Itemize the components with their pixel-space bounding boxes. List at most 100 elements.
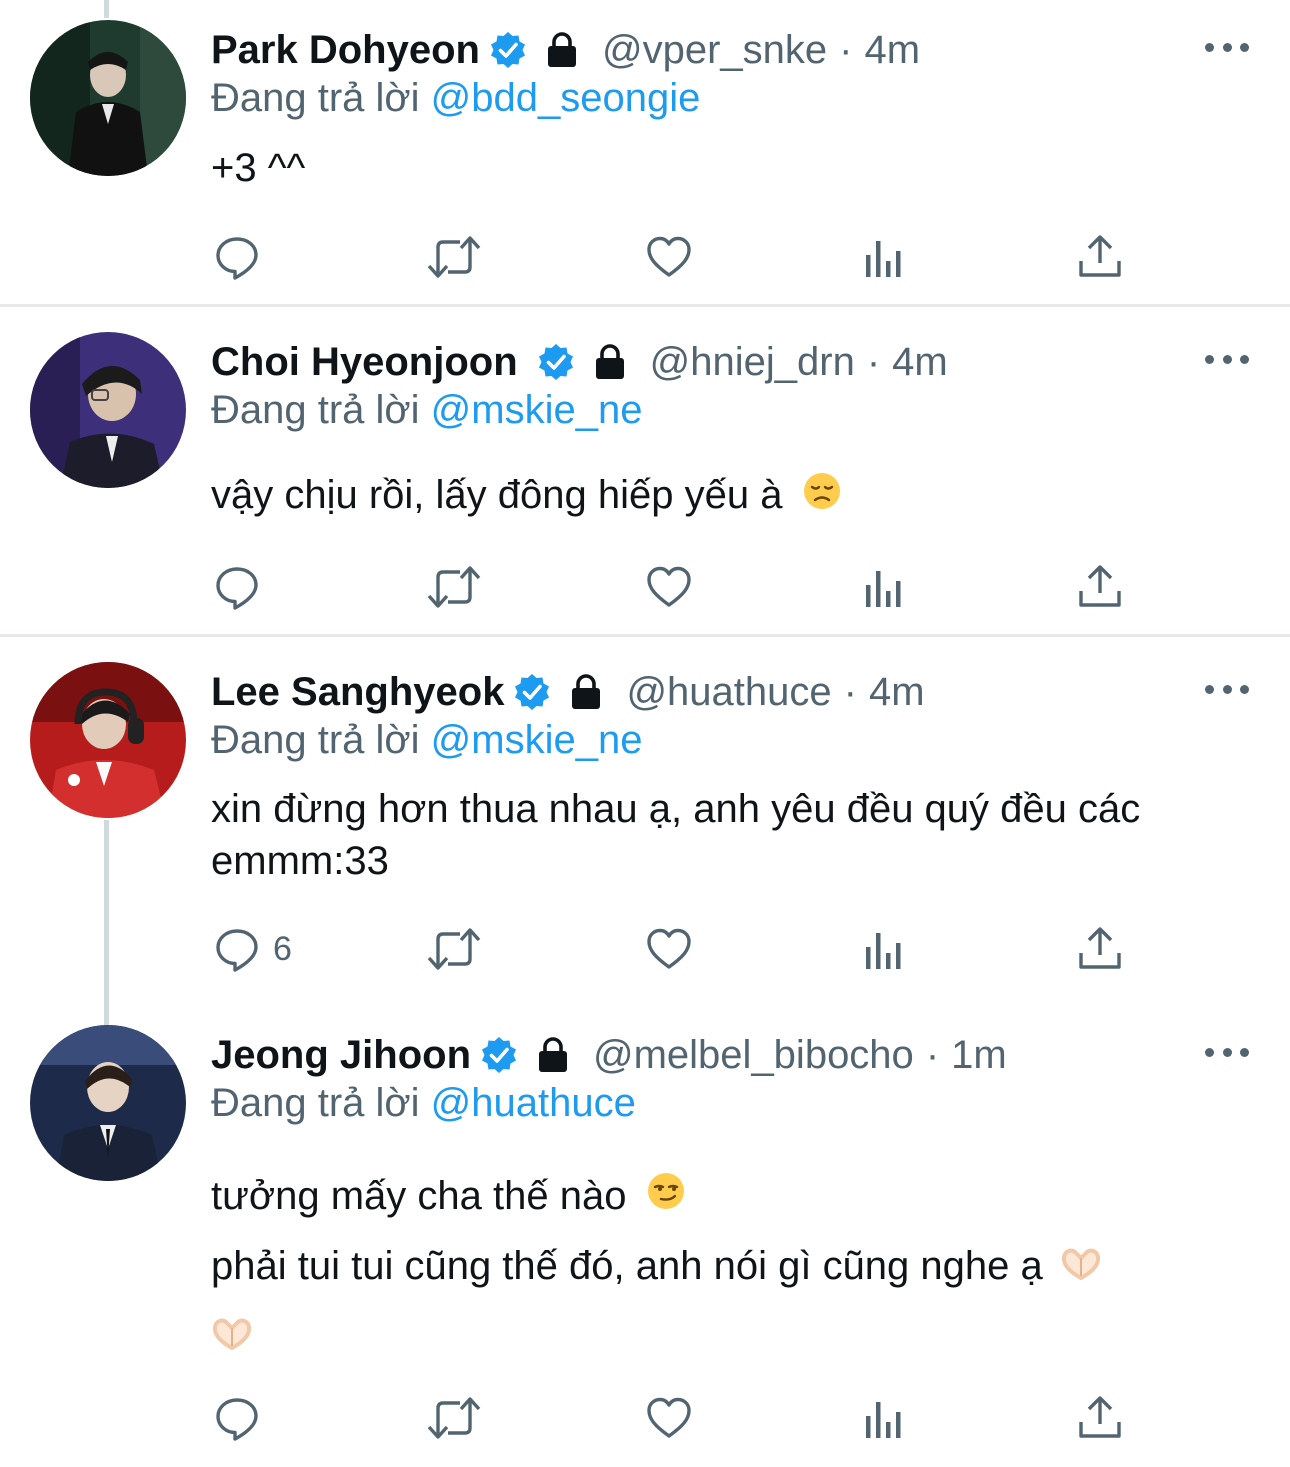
display-name[interactable]: Lee Sanghyeok xyxy=(211,670,504,715)
tweet-header: Jeong Jihoon @melbel_bibocho · 1m xyxy=(211,1025,1007,1085)
retweet-icon xyxy=(427,928,481,970)
tweet-text: vậy chịu rồi, lấy đông hiếp yếu à xyxy=(211,469,842,524)
more-icon[interactable] xyxy=(1205,679,1249,699)
reply-prefix: Đang trả lời xyxy=(211,718,420,762)
retweet-button[interactable] xyxy=(426,919,482,979)
lock-icon xyxy=(533,1035,573,1075)
avatar[interactable] xyxy=(30,20,186,176)
avatar[interactable] xyxy=(30,662,186,818)
more-icon[interactable] xyxy=(1205,1042,1249,1062)
avatar[interactable] xyxy=(30,332,186,488)
views-button[interactable] xyxy=(862,1388,908,1448)
separator-dot: · xyxy=(843,669,857,714)
user-handle[interactable]: @melbel_bibocho xyxy=(593,1033,914,1078)
retweet-button[interactable] xyxy=(426,227,482,287)
share-icon xyxy=(1079,927,1121,969)
tweet-text-line: xin đừng hơn thua nhau ạ, anh yêu đều qu… xyxy=(211,787,1141,831)
like-button[interactable] xyxy=(645,1388,693,1448)
tweet-text-line: emmm:33 xyxy=(211,839,389,883)
share-icon xyxy=(1079,1396,1121,1438)
share-button[interactable] xyxy=(1077,919,1123,979)
disappointed-face-emoji xyxy=(802,471,842,524)
lock-icon xyxy=(566,672,606,712)
tweet-jeong-jihoon[interactable]: Jeong Jihoon @melbel_bibocho · 1m Đang t… xyxy=(0,1000,1290,1467)
display-name[interactable]: Choi Hyeonjoon xyxy=(211,340,518,385)
reply-prefix: Đang trả lời xyxy=(211,1081,420,1125)
retweet-button[interactable] xyxy=(426,1388,482,1448)
reply-mention[interactable]: @mskie_ne xyxy=(431,718,643,762)
replying-to: Đang trả lời @huathuce xyxy=(211,1081,636,1126)
timestamp[interactable]: 4m xyxy=(869,670,925,715)
share-button[interactable] xyxy=(1077,227,1123,287)
like-icon xyxy=(647,566,691,607)
like-button[interactable] xyxy=(645,227,693,287)
replying-to: Đang trả lời @bdd_seongie xyxy=(211,76,700,121)
tweet-text: xin đừng hơn thua nhau ạ, anh yêu đều qu… xyxy=(211,783,1140,887)
smirking-face-emoji xyxy=(646,1164,686,1232)
reply-button[interactable] xyxy=(213,1388,261,1448)
tweet-actions xyxy=(0,227,1290,287)
tweet-text-line-2: phải tui tui cũng thế đó, anh nói gì cũn… xyxy=(211,1232,1102,1302)
tweet-header: Lee Sanghyeok @huathuce · 4m xyxy=(211,662,925,722)
replying-to: Đang trả lời @mskie_ne xyxy=(211,718,642,763)
tweet-actions xyxy=(0,557,1290,617)
views-icon xyxy=(866,241,901,277)
timestamp[interactable]: 4m xyxy=(892,340,948,385)
tweet-park-dohyeon[interactable]: Park Dohyeon @vper_snke · 4m Đang trả lờ… xyxy=(0,0,1290,305)
reply-mention[interactable]: @bdd_seongie xyxy=(431,76,701,120)
separator-dot: · xyxy=(925,1032,940,1077)
reply-mention[interactable]: @huathuce xyxy=(431,1081,636,1125)
user-handle[interactable]: @huathuce xyxy=(626,670,831,715)
verified-badge-icon xyxy=(512,672,552,712)
tweet-choi-hyeonjoon[interactable]: Choi Hyeonjoon @hniej_drn · 4m Đang trả … xyxy=(0,307,1290,634)
reply-button[interactable] xyxy=(213,557,261,617)
views-icon xyxy=(866,933,901,969)
tweet-text: tưởng mấy cha thế nào phải tui tui cũng … xyxy=(211,1162,1102,1373)
more-icon[interactable] xyxy=(1205,37,1249,57)
like-icon xyxy=(647,1397,691,1438)
more-icon[interactable] xyxy=(1205,349,1249,369)
like-button[interactable] xyxy=(645,919,693,979)
reply-mention[interactable]: @mskie_ne xyxy=(431,388,643,432)
tweet-text-line-3 xyxy=(211,1303,1102,1373)
avatar[interactable] xyxy=(30,1025,186,1181)
reply-icon xyxy=(216,929,258,972)
tweet-text: +3 ^^ xyxy=(211,142,305,194)
retweet-icon xyxy=(427,566,481,608)
share-button[interactable] xyxy=(1077,557,1123,617)
share-icon xyxy=(1079,235,1121,277)
tweet-actions xyxy=(0,1388,1290,1448)
like-button[interactable] xyxy=(645,557,693,617)
tweet-lee-sanghyeok[interactable]: Lee Sanghyeok @huathuce · 4m Đang trả lờ… xyxy=(0,637,1290,1007)
timestamp[interactable]: 1m xyxy=(951,1033,1007,1078)
reply-prefix: Đang trả lời xyxy=(211,388,420,432)
tweet-text-line: +3 ^^ xyxy=(211,146,306,190)
display-name[interactable]: Park Dohyeon xyxy=(211,28,480,73)
reply-button[interactable]: 6 xyxy=(213,919,292,979)
heart-hands-emoji xyxy=(1060,1235,1102,1303)
like-icon xyxy=(647,236,691,277)
display-name[interactable]: Jeong Jihoon xyxy=(211,1033,471,1078)
timestamp[interactable]: 4m xyxy=(864,28,920,73)
views-icon xyxy=(866,571,901,607)
views-button[interactable] xyxy=(862,919,908,979)
heart-hands-emoji xyxy=(211,1305,253,1373)
reply-button[interactable] xyxy=(213,227,261,287)
views-button[interactable] xyxy=(862,227,908,287)
lock-icon xyxy=(542,30,582,70)
retweet-button[interactable] xyxy=(426,557,482,617)
share-button[interactable] xyxy=(1077,1388,1123,1448)
replying-to: Đang trả lời @mskie_ne xyxy=(211,388,642,433)
views-button[interactable] xyxy=(862,557,908,617)
reply-count: 6 xyxy=(273,929,292,968)
tweet-header: Choi Hyeonjoon @hniej_drn · 4m xyxy=(211,332,948,392)
reply-icon xyxy=(216,237,258,280)
retweet-icon xyxy=(427,236,481,278)
tweet-text-line-1: tưởng mấy cha thế nào xyxy=(211,1162,1102,1232)
user-handle[interactable]: @vper_snke xyxy=(602,28,827,73)
tweet-text-line: phải tui tui cũng thế đó, anh nói gì cũn… xyxy=(211,1244,1043,1289)
reply-icon xyxy=(216,567,258,610)
verified-badge-icon xyxy=(536,342,576,382)
user-handle[interactable]: @hniej_drn xyxy=(650,340,855,385)
separator-dot: · xyxy=(839,27,853,72)
